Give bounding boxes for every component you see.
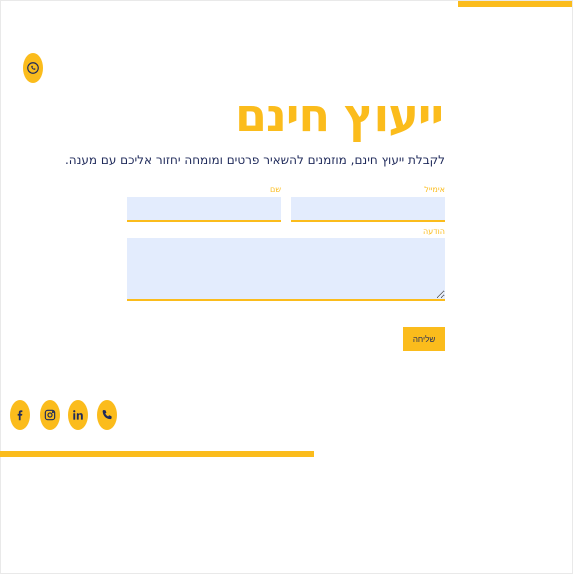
name-field[interactable] (127, 197, 281, 222)
name-label: שם (270, 185, 281, 194)
top-accent-bar (458, 1, 572, 7)
message-label: הודעה (422, 227, 445, 236)
bottom-accent-bar (0, 451, 314, 457)
instagram-icon[interactable] (40, 400, 60, 430)
message-field[interactable] (127, 238, 445, 301)
page-title: ייעוץ חינם (235, 88, 444, 142)
email-field[interactable] (291, 197, 445, 222)
phone-icon[interactable] (97, 400, 117, 430)
facebook-icon[interactable] (10, 400, 30, 430)
linkedin-icon[interactable] (68, 400, 88, 430)
send-button[interactable]: שליחה (403, 327, 445, 351)
email-label: אימייל (424, 185, 445, 194)
form-subtitle: לקבלת ייעוץ חינם, מוזמנים להשאיר פרטים ו… (64, 153, 445, 167)
whatsapp-icon[interactable] (23, 53, 43, 83)
